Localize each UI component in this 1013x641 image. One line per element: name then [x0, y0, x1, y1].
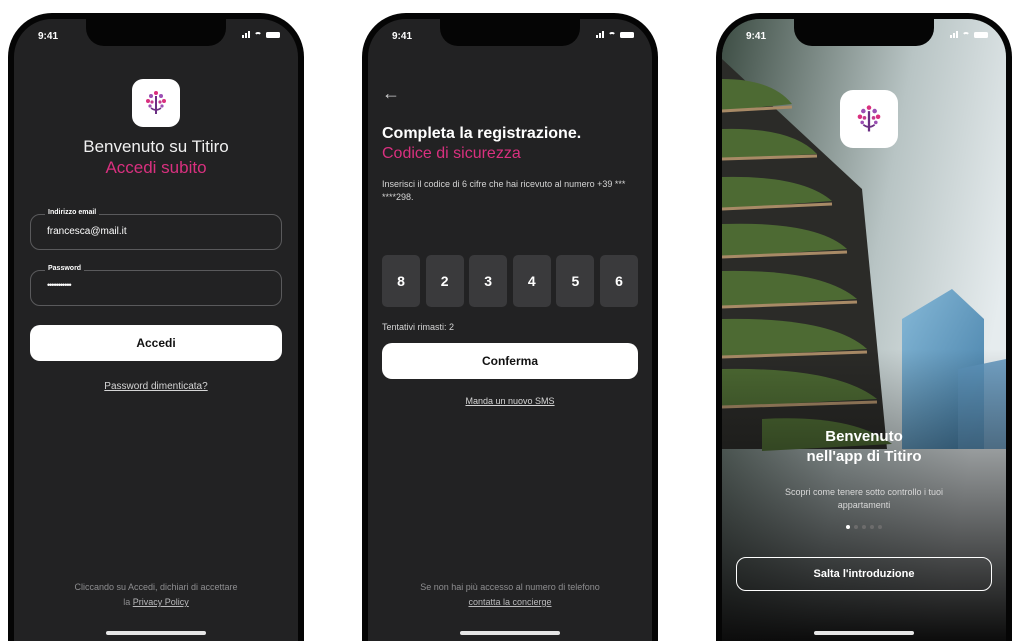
concierge-link[interactable]: contatta la concierge [468, 597, 551, 607]
tree-logo-icon [146, 91, 166, 114]
wifi-icon [254, 32, 262, 38]
phone-login: 9:41 Benvenuto su Titiro Accedi subito I… [8, 13, 304, 641]
notch [794, 19, 934, 46]
login-screen: 9:41 Benvenuto su Titiro Accedi subito I… [14, 19, 298, 641]
resend-sms-link[interactable]: Manda un nuovo SMS [368, 396, 652, 406]
home-indicator [106, 631, 206, 635]
wifi-icon [608, 32, 616, 38]
page-dot[interactable] [862, 525, 866, 529]
phone-intro: 9:41 Benvenuto nell'app di Titiro Scopri… [716, 13, 1012, 641]
status-icons [242, 31, 280, 38]
login-button[interactable]: Accedi [30, 325, 282, 361]
page-dot[interactable] [878, 525, 882, 529]
password-field[interactable]: Password ••••••••••• [30, 265, 282, 306]
code-digit-4[interactable]: 4 [512, 255, 551, 307]
phone-verify: 9:41 ← Completa la registrazione. Codice… [362, 13, 658, 641]
footer-prefix: la [123, 597, 131, 607]
verify-subtitle: Codice di sicurezza [382, 145, 521, 162]
page-dot[interactable] [854, 525, 858, 529]
attempts-left: Tentativi rimasti: 2 [382, 322, 455, 332]
battery-icon [620, 32, 634, 38]
code-digit-6[interactable]: 6 [599, 255, 638, 307]
wifi-icon [962, 32, 970, 38]
page-dot[interactable] [870, 525, 874, 529]
code-digit-1[interactable]: 8 [382, 255, 420, 307]
page-dot-active[interactable] [846, 525, 850, 529]
intro-title-line1: Benvenuto [825, 428, 903, 445]
notch [440, 19, 580, 46]
verify-description: Inserisci il codice di 6 cifre che hai r… [382, 179, 626, 202]
code-digit-2[interactable]: 2 [425, 255, 464, 307]
verify-footer: Se non hai più accesso al numero di tele… [368, 580, 652, 610]
code-digit-5[interactable]: 5 [556, 255, 595, 307]
intro-title: Benvenuto nell'app di Titiro [722, 427, 1006, 467]
signal-icon [242, 31, 250, 38]
app-logo-icon [132, 79, 180, 127]
tree-logo-icon [857, 105, 881, 132]
status-time: 9:41 [746, 31, 767, 42]
email-field[interactable]: Indirizzo email francesca@mail.it [30, 209, 282, 250]
skip-intro-button[interactable]: Salta l'introduzione [736, 557, 992, 591]
app-logo-icon [840, 90, 898, 148]
status-icons [596, 31, 634, 38]
home-indicator [814, 631, 914, 635]
intro-description: Scopri come tenere sotto controllo i tuo… [784, 487, 944, 510]
confirm-button[interactable]: Conferma [382, 343, 638, 379]
signal-icon [596, 31, 604, 38]
privacy-policy-link[interactable]: Privacy Policy [133, 597, 189, 607]
code-input: 8 2 3 4 5 6 [382, 255, 638, 307]
password-value: ••••••••••• [47, 280, 72, 290]
intro-screen: 9:41 Benvenuto nell'app di Titiro Scopri… [722, 19, 1006, 641]
battery-icon [266, 32, 280, 38]
verify-title: Completa la registrazione. [382, 125, 582, 142]
forgot-password-link[interactable]: Password dimenticata? [14, 381, 298, 392]
login-footer: Cliccando su Accedi, dichiari di accetta… [14, 580, 298, 610]
intro-title-line2: nell'app di Titiro [806, 448, 922, 465]
email-value: francesca@mail.it [47, 226, 127, 237]
status-time: 9:41 [38, 31, 59, 42]
status-time: 9:41 [392, 31, 413, 42]
code-digit-3[interactable]: 3 [469, 255, 508, 307]
back-arrow-icon[interactable]: ← [382, 83, 400, 104]
footer-line2: la Privacy Policy [14, 595, 298, 610]
footer-text: Cliccando su Accedi, dichiari di accetta… [74, 582, 238, 592]
battery-icon [974, 32, 988, 38]
notch [86, 19, 226, 46]
home-indicator [460, 631, 560, 635]
email-label: Indirizzo email [45, 209, 100, 216]
footer-text: Se non hai più accesso al numero di tele… [420, 582, 600, 592]
verify-screen: 9:41 ← Completa la registrazione. Codice… [368, 19, 652, 641]
signal-icon [950, 31, 958, 38]
login-subtitle: Accedi subito [105, 158, 207, 177]
page-indicator [722, 525, 1006, 529]
password-label: Password [45, 265, 85, 272]
status-icons [950, 31, 988, 38]
login-title: Benvenuto su Titiro [83, 137, 229, 156]
